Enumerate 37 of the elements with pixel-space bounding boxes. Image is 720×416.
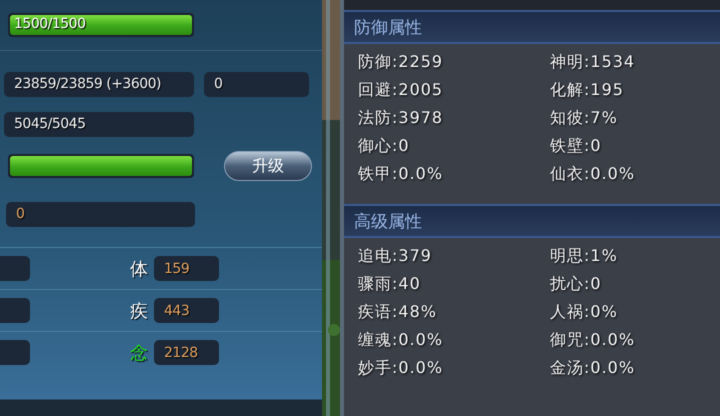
mp-field: 5045/5045	[4, 112, 194, 136]
attribute-text: 追电:379	[358, 245, 433, 267]
stat-value: 443	[154, 298, 219, 323]
attribute-text: 神明:1534	[550, 51, 636, 73]
attribute-text: 缠魂:0.0%	[358, 329, 444, 351]
attribute-text: 化解:195	[550, 79, 625, 101]
upgrade-button[interactable]: 升级	[224, 151, 312, 181]
stat-label: 疾	[130, 300, 149, 322]
attribute-text: 铁壁:0	[550, 135, 603, 157]
attribute-text: 金汤:0.0%	[550, 357, 636, 379]
hp-field: 23859/23859 (+3600)	[4, 72, 194, 96]
attribute-text: 御心:0	[358, 135, 411, 157]
section-header: 防御属性	[344, 10, 720, 44]
attribute-text: 明思:1%	[550, 245, 619, 267]
attribute-text: 法防:3978	[358, 107, 444, 129]
attribute-text: 妙手:0.0%	[358, 357, 444, 379]
value-field: 0	[204, 72, 309, 96]
attribute-text: 疾语:48%	[358, 301, 438, 323]
energy-value: 1500/1500	[14, 16, 86, 32]
stat-value: 159	[154, 256, 219, 281]
stat-field	[0, 298, 30, 323]
attribute-text: 扰心:0	[550, 273, 603, 295]
attribute-text: 人祸:0%	[550, 301, 619, 323]
section-header: 高级属性	[344, 204, 720, 238]
attribute-text: 仙衣:0.0%	[550, 163, 636, 185]
points-field: 0	[6, 202, 195, 226]
stat-field	[0, 256, 30, 281]
stat-label: 体	[130, 258, 149, 280]
attribute-text: 御咒:0.0%	[550, 329, 636, 351]
stat-field	[0, 340, 30, 365]
stat-label: 念	[130, 342, 149, 364]
stat-value: 2128	[154, 340, 219, 365]
attribute-text: 铁甲:0.0%	[358, 163, 444, 185]
attribute-text: 回避:2005	[358, 79, 444, 101]
attribute-text: 知彼:7%	[550, 107, 619, 129]
attribute-text: 骤雨:40	[358, 273, 422, 295]
attribute-text: 防御:2259	[358, 51, 444, 73]
